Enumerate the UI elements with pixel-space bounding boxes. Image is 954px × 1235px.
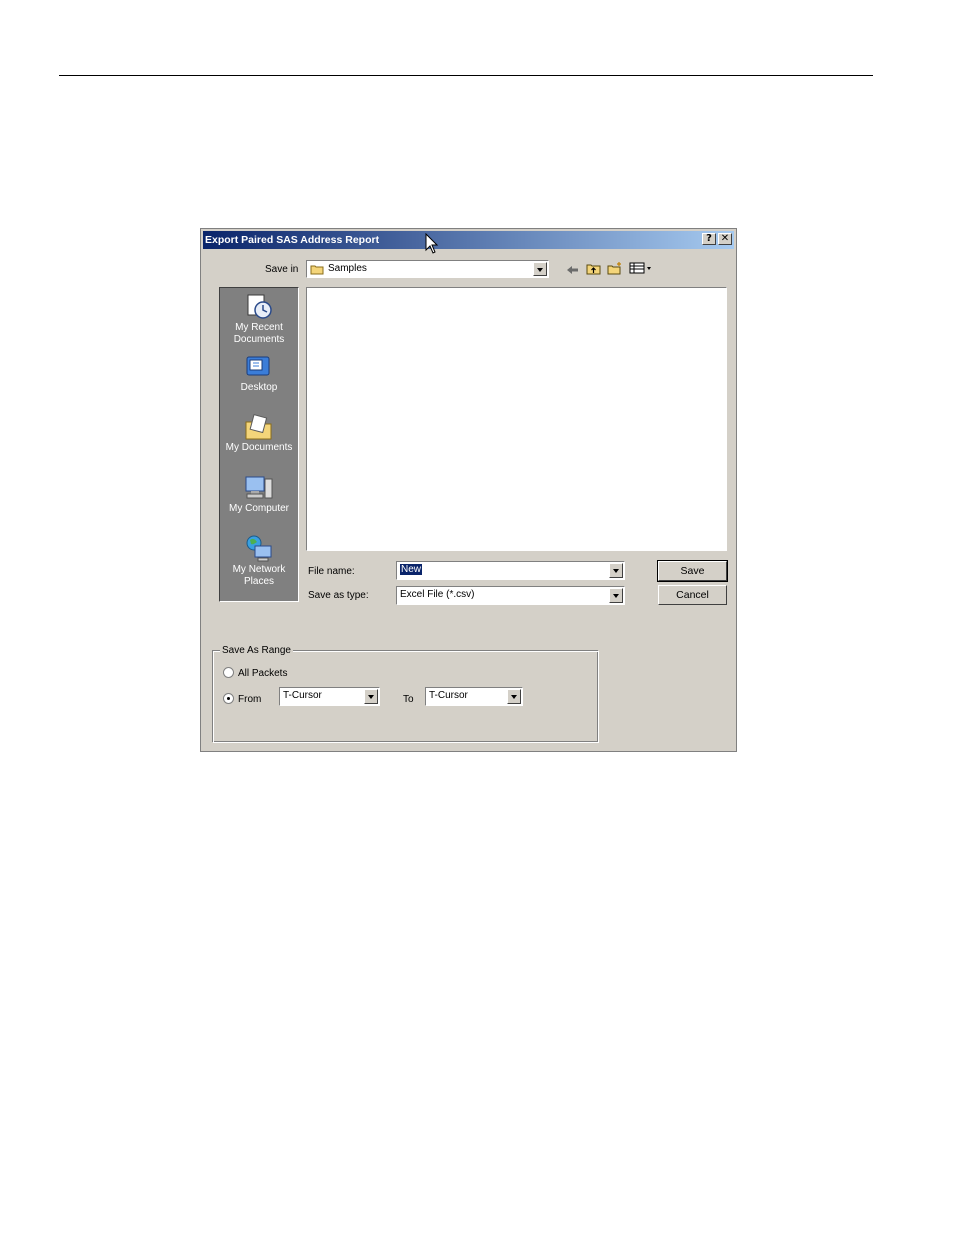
save-in-value: Samples bbox=[328, 263, 367, 274]
place-label: My Network Places bbox=[232, 564, 286, 587]
place-label: My Recent Documents bbox=[233, 322, 285, 345]
save-button[interactable]: Save bbox=[657, 560, 728, 582]
places-bar: My Recent Documents Desktop My Documents bbox=[219, 287, 299, 602]
file-name-dropdown-button[interactable] bbox=[609, 563, 623, 578]
save-as-type-label: Save as type: bbox=[308, 590, 369, 601]
from-cursor-value: T-Cursor bbox=[283, 690, 322, 701]
dialog-title: Export Paired SAS Address Report bbox=[205, 234, 380, 246]
from-dropdown-button[interactable] bbox=[364, 689, 378, 704]
page-header-rule bbox=[59, 75, 873, 76]
back-icon[interactable] bbox=[566, 265, 579, 275]
to-label: To bbox=[403, 694, 414, 705]
close-button[interactable]: ✕ bbox=[718, 233, 732, 245]
save-in-label: Save in bbox=[265, 264, 299, 275]
help-button[interactable]: ? bbox=[702, 233, 716, 245]
network-places-icon bbox=[246, 535, 272, 562]
place-desktop[interactable]: Desktop bbox=[220, 354, 298, 394]
up-folder-icon[interactable] bbox=[586, 262, 601, 275]
view-menu-icon[interactable] bbox=[629, 262, 653, 274]
save-as-type-dropdown-button[interactable] bbox=[609, 588, 623, 603]
desktop-icon bbox=[246, 356, 270, 376]
save-in-dropdown-button[interactable] bbox=[533, 262, 547, 276]
place-label: Desktop bbox=[240, 382, 278, 393]
all-packets-radio[interactable] bbox=[223, 667, 234, 678]
place-network-places[interactable]: My Network Places bbox=[220, 534, 298, 588]
save-as-type-select[interactable]: Excel File (*.csv) bbox=[396, 586, 625, 605]
cancel-button[interactable]: Cancel bbox=[658, 585, 727, 605]
file-list[interactable] bbox=[306, 287, 727, 551]
title-bar[interactable]: Export Paired SAS Address Report ? ✕ bbox=[203, 231, 734, 249]
save-as-range-group: Save As Range All Packets From T-Cursor … bbox=[213, 645, 599, 743]
export-dialog: Export Paired SAS Address Report ? ✕ Sav… bbox=[200, 228, 737, 752]
from-label: From bbox=[238, 694, 262, 705]
mouse-pointer-icon bbox=[425, 233, 439, 254]
place-my-documents[interactable]: My Documents bbox=[220, 412, 298, 454]
from-cursor-select[interactable]: T-Cursor bbox=[279, 687, 380, 706]
file-name-value: New bbox=[400, 564, 423, 575]
place-label: My Computer bbox=[228, 503, 289, 514]
to-cursor-select[interactable]: T-Cursor bbox=[425, 687, 523, 706]
place-label: My Documents bbox=[225, 442, 293, 453]
save-as-range-title: Save As Range bbox=[220, 645, 293, 656]
my-documents-icon bbox=[245, 414, 272, 440]
all-packets-label: All Packets bbox=[238, 668, 288, 679]
save-as-type-value: Excel File (*.csv) bbox=[400, 589, 475, 600]
folder-icon bbox=[310, 265, 324, 275]
new-folder-icon[interactable] bbox=[607, 261, 623, 275]
from-radio[interactable] bbox=[223, 693, 234, 704]
place-recent-documents[interactable]: My Recent Documents bbox=[220, 292, 298, 346]
save-in-combo[interactable]: Samples bbox=[306, 260, 549, 278]
to-dropdown-button[interactable] bbox=[507, 689, 521, 704]
recent-documents-icon bbox=[247, 294, 272, 319]
file-name-input[interactable]: New bbox=[396, 561, 625, 580]
file-name-label: File name: bbox=[308, 566, 355, 577]
my-computer-icon bbox=[245, 476, 273, 499]
place-my-computer[interactable]: My Computer bbox=[220, 473, 298, 515]
to-cursor-value: T-Cursor bbox=[429, 690, 468, 701]
